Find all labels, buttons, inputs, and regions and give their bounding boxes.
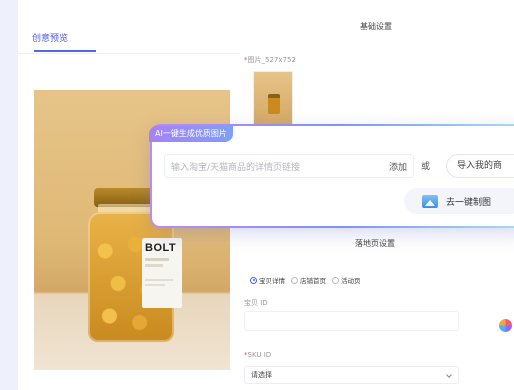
radio-dot[interactable]: [250, 276, 257, 284]
item-id-label: 宝贝 ID: [244, 299, 268, 307]
radio-label: 活动页: [341, 277, 361, 285]
product-link-input[interactable]: [165, 157, 365, 179]
radio-label: 宝贝详情: [259, 277, 285, 285]
sku-select[interactable]: 请选择: [244, 366, 459, 384]
radio-store-home[interactable]: 店铺首页: [291, 275, 326, 285]
product-link-input-wrap: 添加: [164, 154, 414, 179]
image-field-label-text: 图片_527x752: [247, 56, 296, 64]
item-id-input[interactable]: [244, 311, 459, 331]
label-line: [145, 264, 163, 267]
generate-image-label: 去一键制图: [446, 196, 492, 207]
radio-item-detail[interactable]: 宝贝详情: [250, 275, 285, 285]
ai-badge: AI一键生成优质图片: [149, 126, 233, 142]
image-field-label: *图片_527x752: [244, 55, 296, 65]
tab-active-indicator: [34, 50, 96, 52]
label-line: [145, 284, 165, 286]
basic-settings-title: 基础设置: [360, 22, 392, 31]
sku-id-label: *SKU ID: [244, 351, 271, 359]
image-thumbnail[interactable]: [253, 71, 293, 125]
radio-activity-page[interactable]: 活动页: [332, 275, 361, 285]
radio-dot[interactable]: [291, 276, 298, 284]
label-line: [145, 279, 173, 281]
image-icon: [422, 194, 438, 208]
color-wheel-icon[interactable]: [499, 319, 512, 332]
sku-select-value: 请选择: [251, 371, 272, 379]
add-link-button[interactable]: 添加: [389, 160, 407, 173]
import-product-button[interactable]: 导入我的商: [446, 154, 514, 178]
radio-label: 店铺首页: [300, 277, 326, 285]
tab-creative-preview[interactable]: 创意预览: [32, 31, 68, 44]
thumbnail-jar: [268, 94, 280, 114]
tab-divider: [18, 53, 240, 54]
generate-image-button[interactable]: 去一键制图: [404, 188, 514, 214]
label-line: [145, 258, 169, 261]
product-label: BOLT: [142, 238, 182, 308]
landing-type-radio-group: 宝贝详情 店铺首页 活动页: [250, 275, 361, 285]
product-brand: BOLT: [145, 242, 177, 254]
sku-id-label-text: SKU ID: [247, 351, 272, 359]
radio-dot[interactable]: [332, 276, 339, 284]
landing-settings-title: 落地页设置: [355, 239, 395, 248]
chevron-down-icon: [446, 372, 452, 378]
or-label: 或: [421, 162, 431, 172]
